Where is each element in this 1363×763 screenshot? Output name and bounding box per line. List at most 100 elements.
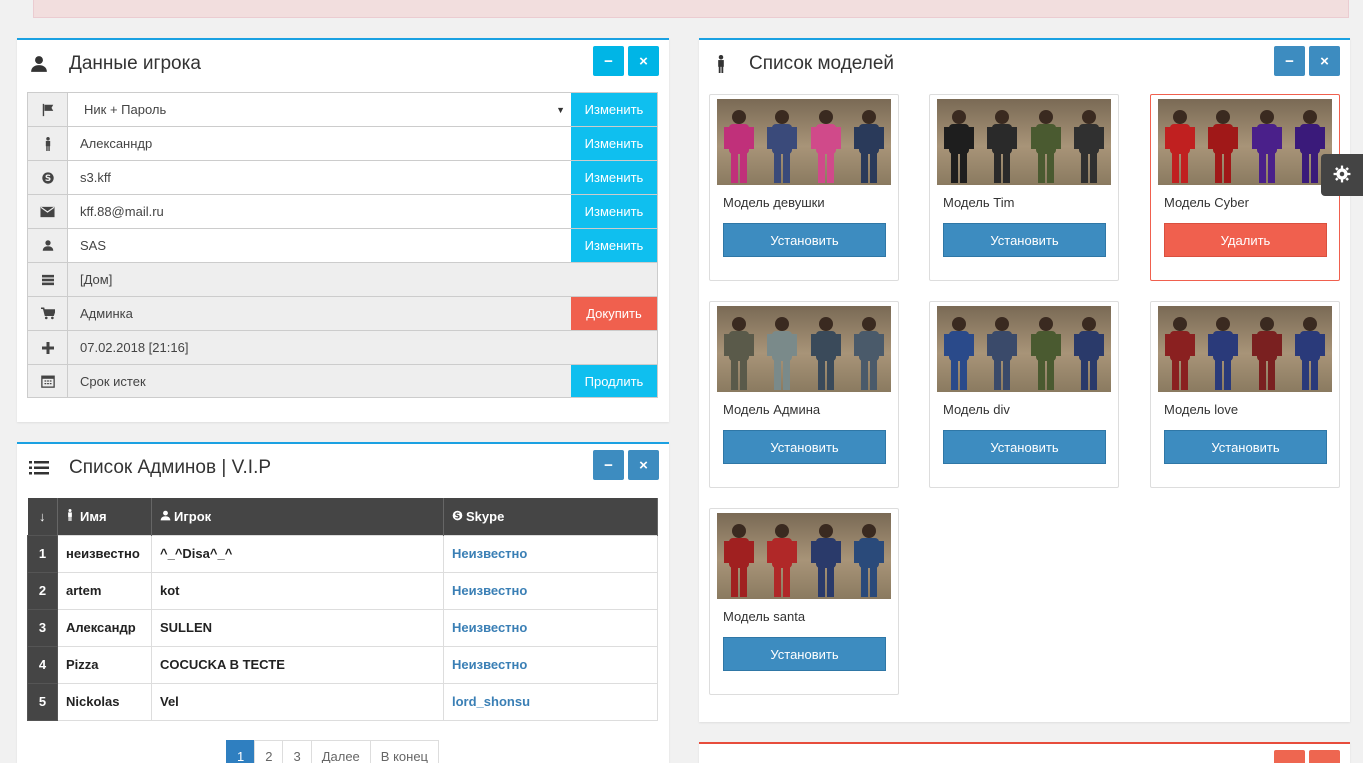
admin-skype-link[interactable]: Неизвестно <box>443 534 658 573</box>
privilege-value: Админка <box>68 297 571 330</box>
admin-name: неизвестно <box>57 534 152 573</box>
models-panel-header: Список моделей <box>709 50 894 78</box>
collapse-button[interactable] <box>1274 750 1305 763</box>
admin-skype-link[interactable]: lord_shonsu <box>443 682 658 721</box>
admins-table: ↓ Имя Игрок S Skype 1 неизвестно ^_^Disa^… <box>27 498 658 721</box>
table-row: 2 artem kot Неизвестно <box>27 571 658 610</box>
table-row: 3 Александр SULLEN Неизвестно <box>27 608 658 647</box>
panel-title: Список Админов | V.I.P <box>69 457 272 478</box>
admin-skype-link[interactable]: Неизвестно <box>443 571 658 610</box>
email-row: kff.88@mail.ru Изменить <box>27 194 658 228</box>
row-number: 2 <box>27 571 58 610</box>
player-panel-header: Данные игрока <box>27 50 201 78</box>
model-card: Модель love Установить <box>1150 301 1340 488</box>
model-name: Модель Cyber <box>1164 195 1249 210</box>
name-row: Алексанндр Изменить <box>27 126 658 160</box>
change-skype-button[interactable]: Изменить <box>571 161 657 194</box>
change-email-button[interactable]: Изменить <box>571 195 657 228</box>
models-panel: Список моделей − × Модель девушки Установ… <box>699 38 1350 722</box>
collapse-button[interactable]: − <box>1274 46 1305 76</box>
skype-column-header[interactable]: S Skype <box>443 498 658 535</box>
plus-icon <box>28 331 68 364</box>
row-number: 3 <box>27 608 58 647</box>
model-name: Модель Tim <box>943 195 1015 210</box>
page-2-button[interactable]: 2 <box>254 740 284 763</box>
admin-name: Nickolas <box>57 682 152 721</box>
collapse-button[interactable]: − <box>593 450 624 480</box>
admin-skype-link[interactable]: Неизвестно <box>443 645 658 684</box>
date-value: 07.02.2018 [21:16] <box>68 331 657 364</box>
model-preview-image <box>937 99 1111 185</box>
user-icon <box>28 229 68 262</box>
server-value: [Дом] <box>68 263 657 296</box>
install-model-button[interactable]: Установить <box>1164 430 1327 464</box>
admin-player: SULLEN <box>151 608 444 647</box>
male-icon <box>28 127 68 160</box>
install-model-button[interactable]: Установить <box>943 223 1106 257</box>
last-page-button[interactable]: В конец <box>369 740 439 763</box>
name-column-header[interactable]: Имя <box>57 498 152 535</box>
close-button[interactable]: × <box>628 450 659 480</box>
expiry-value: Срок истек <box>68 365 571 397</box>
svg-text:S: S <box>44 174 50 184</box>
admin-player: COCUCKA В ТЕСТЕ <box>151 645 444 684</box>
name-field[interactable]: Алексанндр <box>68 127 571 160</box>
login-type-select[interactable]: Ник + Пароль ▼ <box>68 93 571 126</box>
install-model-button[interactable]: Установить <box>723 223 886 257</box>
settings-toggle[interactable] <box>1321 154 1363 196</box>
model-preview-image <box>717 99 891 185</box>
change-nick-button[interactable]: Изменить <box>571 229 657 262</box>
admins-panel-header: Список Админов | V.I.P <box>27 454 271 482</box>
change-login-type-button[interactable]: Изменить <box>571 93 657 126</box>
model-card: Модель Tim Установить <box>929 94 1119 281</box>
remove-model-button[interactable]: Удалить <box>1164 223 1327 257</box>
page-3-button[interactable]: 3 <box>282 740 312 763</box>
admin-skype-link[interactable]: Неизвестно <box>443 608 658 647</box>
row-number: 1 <box>27 534 58 573</box>
player-column-header[interactable]: Игрок <box>151 498 444 535</box>
next-page-button[interactable]: Далее <box>310 740 371 763</box>
sort-column[interactable]: ↓ <box>27 498 58 535</box>
date-row: 07.02.2018 [21:16] <box>27 330 658 364</box>
svg-text:S: S <box>455 511 460 520</box>
change-name-button[interactable]: Изменить <box>571 127 657 160</box>
close-button[interactable]: × <box>1309 46 1340 76</box>
email-field[interactable]: kff.88@mail.ru <box>68 195 571 228</box>
model-card: Модель div Установить <box>929 301 1119 488</box>
model-name: Модель love <box>1164 402 1239 417</box>
panel-title: Данные игрока <box>69 53 201 74</box>
buy-more-button[interactable]: Докупить <box>571 297 657 330</box>
minus-icon: − <box>1285 52 1294 70</box>
close-button[interactable]: × <box>628 46 659 76</box>
close-icon: × <box>639 456 648 474</box>
model-name: Модель Админа <box>723 402 821 417</box>
minus-icon: − <box>604 52 613 70</box>
skype-field[interactable]: s3.kff <box>68 161 571 194</box>
cart-icon <box>28 297 68 330</box>
skype-row: S s3.kff Изменить <box>27 160 658 194</box>
model-name: Модель div <box>943 402 1010 417</box>
table-row: 4 Pizza COCUCKA В ТЕСТЕ Неизвестно <box>27 645 658 684</box>
flag-icon <box>28 93 68 126</box>
extend-button[interactable]: Продлить <box>571 365 657 397</box>
table-row: 1 неизвестно ^_^Disa^_^ Неизвестно <box>27 534 658 573</box>
model-name: Модель девушки <box>723 195 825 210</box>
model-card: Модель santa Установить <box>709 508 899 695</box>
row-number: 4 <box>27 645 58 684</box>
close-button[interactable] <box>1309 750 1340 763</box>
model-preview-image <box>937 306 1111 392</box>
install-model-button[interactable]: Установить <box>943 430 1106 464</box>
login-type-value: Ник + Пароль <box>84 102 167 117</box>
model-preview-image <box>1158 306 1332 392</box>
server-icon <box>28 263 68 296</box>
model-card: Модель Cyber Удалить <box>1150 94 1340 281</box>
nick-field[interactable]: SAS <box>68 229 571 262</box>
panel-title: Список моделей <box>749 53 894 74</box>
admin-player: kot <box>151 571 444 610</box>
page-1-button[interactable]: 1 <box>226 740 256 763</box>
admin-name: artem <box>57 571 152 610</box>
install-model-button[interactable]: Установить <box>723 637 886 671</box>
arrow-down-icon: ↓ <box>39 508 46 524</box>
install-model-button[interactable]: Установить <box>723 430 886 464</box>
collapse-button[interactable]: − <box>593 46 624 76</box>
